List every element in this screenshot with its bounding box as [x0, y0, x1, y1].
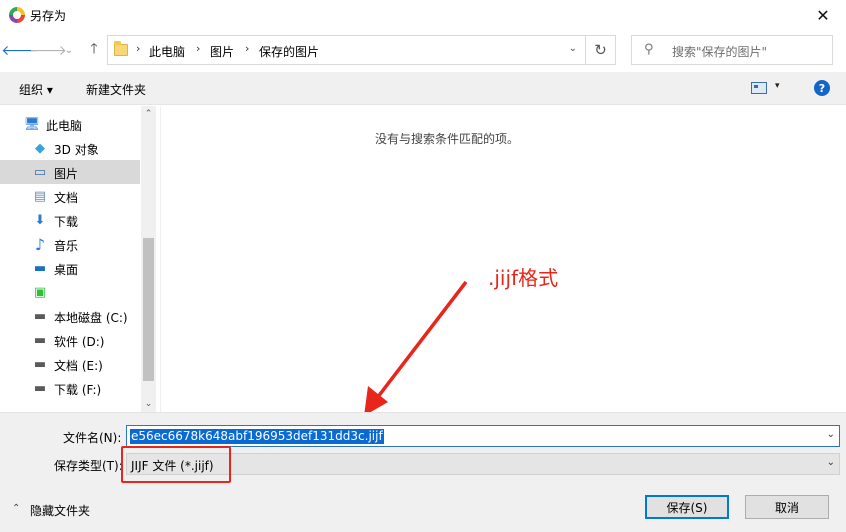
filename-value[interactable]: e56ec6678k648abf196953def131dd3c.jijf: [130, 429, 384, 444]
save-button[interactable]: 保存(S): [645, 495, 729, 519]
back-arrow-icon[interactable]: 🡐: [1, 40, 39, 60]
sidebar-item-label: 文档 (E:): [54, 359, 103, 373]
file-list-pane[interactable]: 没有与搜索条件匹配的项。: [160, 106, 846, 412]
breadcrumb-separator-icon[interactable]: ›: [196, 42, 200, 55]
new-folder-button[interactable]: 新建文件夹: [86, 81, 146, 98]
breadcrumb-pictures[interactable]: 图片: [210, 43, 234, 60]
drive-e-icon: ▬: [33, 356, 47, 372]
organize-menu-button[interactable]: 组织 ▾: [19, 81, 53, 98]
drive-d-icon: ▬: [33, 332, 47, 348]
command-toolbar: 组织 ▾ 新建文件夹 ▾ ?: [0, 72, 846, 105]
title-bar: 另存为 ✕: [0, 0, 846, 30]
filetype-label: 保存类型(T):: [54, 459, 123, 473]
sidebar-item-label: 图片: [54, 167, 79, 181]
search-icon: ⚲: [644, 42, 654, 57]
search-placeholder: 搜索"保存的图片": [672, 45, 768, 59]
scroll-up-icon[interactable]: ⌃: [141, 106, 156, 122]
address-dropdown-icon[interactable]: ⌄: [569, 43, 577, 54]
recent-locations-dropdown-icon[interactable]: ⌄: [62, 40, 76, 60]
annotation-label: .jijf格式: [488, 266, 559, 290]
pictures-icon: ▭: [33, 164, 47, 180]
sidebar-item-label: 本地磁盘 (C:): [54, 311, 128, 325]
filename-dropdown-icon[interactable]: ⌄: [827, 429, 835, 440]
view-options-dropdown-icon[interactable]: ▾: [775, 81, 780, 91]
annotation-arrow-icon: [364, 280, 468, 416]
scroll-down-icon[interactable]: ⌄: [141, 396, 156, 412]
sidebar-item-label: 音乐: [54, 239, 79, 253]
sidebar-item-drive-f[interactable]: ▬ 下载 (F:): [0, 376, 140, 400]
sidebar-item-label: 下载 (F:): [54, 383, 102, 397]
hide-folders-toggle[interactable]: 隐藏文件夹: [30, 502, 90, 519]
navigation-bar: 🡐 🡒 ⌄ 🡑 › 此电脑 › 图片 › 保存的图片 ⌄ ↻ ⚲ 搜索"保存的图…: [0, 30, 846, 72]
computer-icon: 🖥: [23, 116, 41, 132]
navigation-pane: 🖥 此电脑 ◆ 3D 对象 ▭ 图片 ▤ 文档 ⬇ 下载 ♪ 音乐 ▬ 桌面 ▣…: [0, 106, 156, 412]
sidebar-item-label: 此电脑: [46, 119, 83, 133]
forward-arrow-icon[interactable]: 🡒: [29, 40, 67, 60]
folder-icon: [114, 41, 128, 56]
sidebar-item-documents[interactable]: ▤ 文档: [0, 184, 140, 208]
cube-3d-icon: ◆: [35, 140, 45, 156]
sidebar-item-label: 下载: [54, 215, 79, 229]
breadcrumb-separator-icon[interactable]: ›: [245, 42, 249, 55]
sidebar-item-pictures[interactable]: ▭ 图片: [0, 160, 140, 184]
sidebar-item-3d-objects[interactable]: ◆ 3D 对象: [0, 136, 140, 160]
download-arrow-icon: ⬇: [34, 212, 46, 228]
sidebar-item-downloads[interactable]: ⬇ 下载: [0, 208, 140, 232]
sidebar-item-desktop[interactable]: ▬ 桌面: [0, 256, 140, 280]
drive-f-icon: ▬: [33, 380, 47, 396]
sidebar-item-drive-c[interactable]: ▬ 本地磁盘 (C:): [0, 304, 140, 328]
cancel-button[interactable]: 取消: [745, 495, 829, 519]
collapse-chevron-icon[interactable]: ⌃: [12, 503, 20, 514]
sidebar-item-this-pc[interactable]: 🖥 此电脑: [0, 112, 140, 136]
desktop-icon: ▬: [33, 260, 47, 276]
breadcrumb-this-pc[interactable]: 此电脑: [149, 43, 185, 60]
filename-field[interactable]: e56ec6678k648abf196953def131dd3c.jijf ⌄: [126, 425, 840, 447]
sidebar-item-music[interactable]: ♪ 音乐: [0, 232, 140, 256]
sidebar-item-drive-d[interactable]: ▬ 软件 (D:): [0, 328, 140, 352]
music-note-icon: ♪: [34, 234, 46, 254]
sidebar-item-label: 文档: [54, 191, 79, 205]
app-green-icon: ▣: [33, 284, 47, 300]
drive-c-icon: ▬: [33, 308, 47, 324]
app-icon: [9, 7, 25, 23]
scrollbar-thumb[interactable]: [143, 238, 154, 381]
up-arrow-icon[interactable]: 🡑: [84, 40, 104, 60]
sidebar-item-label: 桌面: [54, 263, 79, 277]
close-button[interactable]: ✕: [800, 0, 846, 30]
filename-label: 文件名(N):: [63, 431, 122, 445]
search-input[interactable]: ⚲ 搜索"保存的图片": [631, 35, 833, 65]
help-icon[interactable]: ?: [814, 80, 830, 96]
document-icon: ▤: [33, 188, 47, 204]
save-form: 文件名(N): e56ec6678k648abf196953def131dd3c…: [0, 412, 846, 532]
sidebar-item-drive-e[interactable]: ▬ 文档 (E:): [0, 352, 140, 376]
sidebar-item-app[interactable]: ▣: [0, 280, 140, 304]
refresh-button[interactable]: ↻: [586, 35, 616, 65]
window-title: 另存为: [30, 9, 67, 23]
sidebar-scrollbar[interactable]: ⌃ ⌄: [141, 106, 156, 412]
filetype-dropdown-icon[interactable]: ⌄: [827, 457, 835, 468]
breadcrumb-saved-pictures[interactable]: 保存的图片: [259, 43, 319, 60]
breadcrumb-separator-icon[interactable]: ›: [136, 42, 140, 55]
sidebar-item-label: 3D 对象: [54, 143, 99, 157]
address-bar[interactable]: › 此电脑 › 图片 › 保存的图片 ⌄: [107, 35, 586, 65]
annotation-highlight-box: [121, 446, 231, 483]
sidebar-item-label: 软件 (D:): [54, 335, 105, 349]
filetype-select[interactable]: JIJF 文件 (*.jijf) ⌄: [126, 453, 840, 475]
view-options-icon[interactable]: [751, 82, 767, 94]
empty-results-message: 没有与搜索条件匹配的项。: [375, 132, 520, 146]
